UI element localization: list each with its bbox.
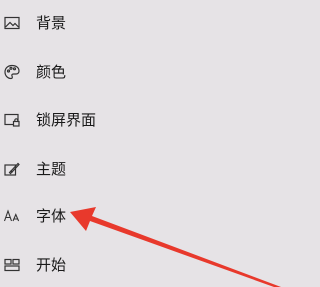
picture-icon [3,14,21,32]
nav-item-background[interactable]: 背景 [0,3,281,43]
nav-item-label: 主题 [36,160,67,178]
nav-item-colors[interactable]: 颜色 [0,52,281,92]
nav-item-start[interactable]: 开始 [0,245,281,285]
font-icon [3,207,21,225]
nav-item-themes[interactable]: 主题 [0,149,281,189]
palette-icon [3,63,21,81]
nav-item-label: 颜色 [36,63,67,81]
nav-item-label: 字体 [36,207,67,225]
nav-item-fonts[interactable]: 字体 [0,196,281,236]
lock-screen-icon [3,111,21,129]
nav-item-label: 背景 [36,14,67,32]
nav-item-label: 锁屏界面 [36,111,97,129]
nav-item-label: 开始 [36,256,67,274]
personalization-nav: 背景 颜色 锁屏界面 主题 字体 开始 [0,0,281,287]
start-menu-icon [3,256,21,274]
nav-item-lock-screen[interactable]: 锁屏界面 [0,100,281,140]
themes-brush-icon [3,160,21,178]
